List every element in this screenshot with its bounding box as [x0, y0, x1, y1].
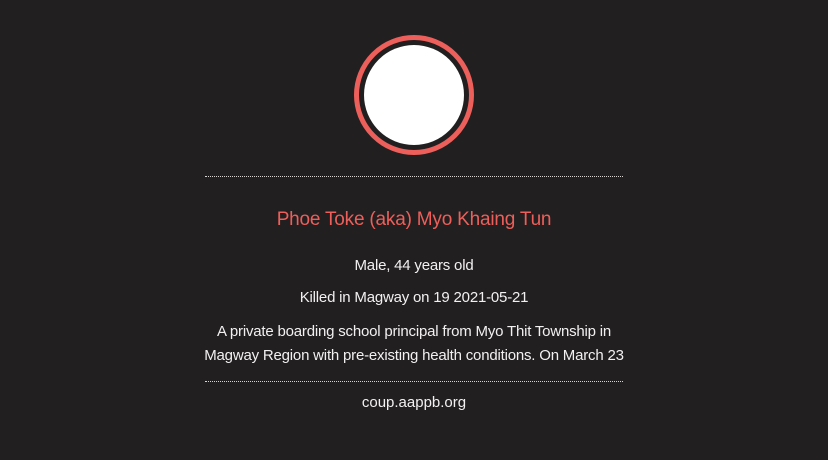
source-link[interactable]: coup.aappb.org — [0, 394, 828, 411]
top-divider — [205, 176, 623, 177]
victim-name: Phoe Toke (aka) Myo Khaing Tun — [276, 209, 552, 230]
gender-age: Male, 44 years old — [354, 257, 474, 274]
portrait-image — [364, 45, 464, 145]
bottom-divider — [205, 381, 623, 382]
portrait-frame — [354, 35, 474, 155]
description: A private boarding school principal from… — [204, 323, 624, 364]
killed-info: Killed in Magway on 19 2021-05-21 — [299, 289, 529, 306]
